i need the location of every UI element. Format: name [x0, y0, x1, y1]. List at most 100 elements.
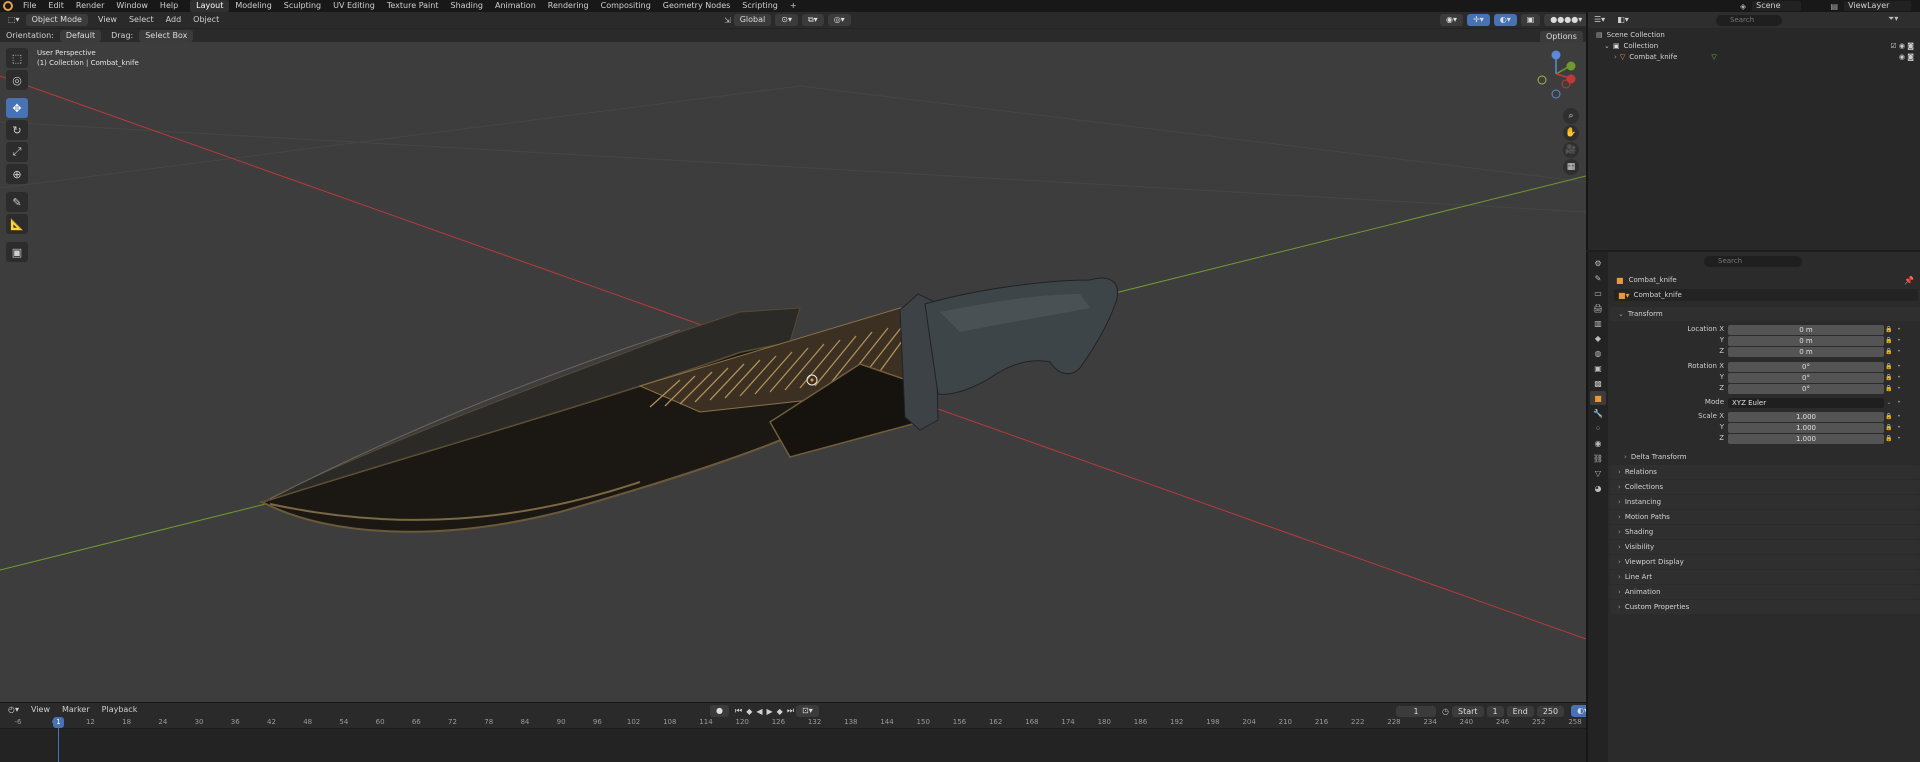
- view-layer-tab-icon[interactable]: ▥: [1590, 316, 1606, 330]
- scale-y-field[interactable]: 1.000: [1728, 422, 1884, 433]
- tree-scene-collection[interactable]: ▤ Scene Collection: [1596, 30, 1920, 41]
- tree-object-combat-knife[interactable]: › ▽ Combat_knife ▽ ◉ ◙: [1596, 52, 1920, 63]
- transform-orientation-dropdown[interactable]: Global: [733, 14, 772, 26]
- outliner-editor-icon[interactable]: ☰▾: [1588, 13, 1611, 27]
- transform-tool-icon[interactable]: ⊕: [6, 164, 28, 184]
- annotate-tool-icon[interactable]: ✎: [6, 192, 28, 212]
- 3d-viewport[interactable]: ⬚▾ Object Mode View Select Add Object ⇲ …: [0, 12, 1586, 702]
- menu-file[interactable]: File: [17, 0, 42, 12]
- collection-visibility-icons[interactable]: ☑ ◉ ◙: [1890, 41, 1914, 52]
- tab-animation[interactable]: Animation: [489, 0, 542, 12]
- tab-geometry-nodes[interactable]: Geometry Nodes: [657, 0, 736, 12]
- texture-tab-icon[interactable]: ▩: [1590, 376, 1606, 390]
- menu-render[interactable]: Render: [70, 0, 110, 12]
- scene-selector[interactable]: ◈ Scene ▤ ViewLayer: [1740, 0, 1912, 12]
- scale-x-field[interactable]: 1.000: [1728, 411, 1884, 422]
- lock-icon[interactable]: 🔒: [1884, 324, 1894, 335]
- shading-mode-icon[interactable]: ●●●●▾: [1544, 14, 1586, 26]
- lock-icon[interactable]: 🔒: [1884, 433, 1894, 444]
- lock-icon[interactable]: 🔒: [1884, 361, 1894, 372]
- jump-end-icon[interactable]: ⏭: [787, 706, 794, 716]
- location-x-field[interactable]: 0 m: [1728, 324, 1884, 335]
- jump-start-icon[interactable]: ⏮: [735, 706, 742, 716]
- delta-transform-subpanel[interactable]: › Delta Transform: [1616, 450, 1920, 464]
- properties-editor-icon[interactable]: ⚙: [1590, 256, 1606, 270]
- keyframe-dot-icon[interactable]: •: [1894, 324, 1904, 335]
- output-tab-icon[interactable]: 🖨: [1590, 301, 1606, 315]
- viewport-menu-object[interactable]: Object: [187, 13, 225, 27]
- xray-icon[interactable]: ▣: [1520, 14, 1541, 26]
- data-tab-icon[interactable]: ▽: [1590, 466, 1606, 480]
- viewport-menu-add[interactable]: Add: [160, 13, 188, 27]
- timeline-menu-playback[interactable]: Playback: [96, 703, 144, 717]
- visibility-icon[interactable]: ◉▾: [1440, 14, 1463, 26]
- lock-icon[interactable]: 🔒: [1884, 383, 1894, 394]
- pivot-point-icon[interactable]: ⊙▾: [775, 14, 798, 26]
- object-visibility-icons[interactable]: ◉ ◙: [1899, 52, 1914, 63]
- panel-animation[interactable]: › Animation: [1610, 585, 1920, 599]
- tab-texture-paint[interactable]: Texture Paint: [381, 0, 445, 12]
- timeline-editor-icon[interactable]: ◴▾: [0, 703, 25, 717]
- pin-icon[interactable]: 📌: [1904, 276, 1914, 285]
- next-keyframe-icon[interactable]: ◆: [777, 707, 783, 716]
- combat-knife-mesh[interactable]: [259, 277, 1118, 533]
- panel-collections[interactable]: › Collections: [1610, 480, 1920, 494]
- zoom-icon[interactable]: ⌕: [1563, 108, 1579, 124]
- start-frame-field[interactable]: 1: [1486, 705, 1504, 717]
- expand-collection-icon[interactable]: ⌄: [1604, 41, 1610, 52]
- menu-help[interactable]: Help: [154, 0, 184, 12]
- material-tab-icon[interactable]: ◕: [1590, 481, 1606, 495]
- tab-compositing[interactable]: Compositing: [595, 0, 657, 12]
- rotation-y-field[interactable]: 0°: [1728, 372, 1884, 383]
- add-cube-tool-icon[interactable]: ▣: [6, 242, 28, 262]
- mesh-data-icon[interactable]: ▽: [1711, 52, 1716, 63]
- panel-shading[interactable]: › Shading: [1610, 525, 1920, 539]
- collection-tab-icon[interactable]: ▣: [1590, 361, 1606, 375]
- snap-icon[interactable]: ⧉▾: [801, 14, 824, 26]
- rotation-x-field[interactable]: 0°: [1728, 361, 1884, 372]
- keyframe-dot-icon[interactable]: •: [1894, 422, 1904, 433]
- scale-z-field[interactable]: 1.000: [1728, 433, 1884, 444]
- tab-uv-editing[interactable]: UV Editing: [327, 0, 381, 12]
- prev-keyframe-icon[interactable]: ◆: [746, 707, 752, 716]
- end-frame-field[interactable]: 250: [1536, 705, 1565, 717]
- display-mode-icon[interactable]: ◧▾: [1611, 13, 1635, 27]
- rotate-tool-icon[interactable]: ↻: [6, 120, 28, 140]
- timeline-editor[interactable]: ◴▾ View Marker Playback ● ⏮ ◆ ◀ ▶ ◆ ⏭ ⊡▾…: [0, 702, 1595, 762]
- camera-view-icon[interactable]: 🎥: [1563, 142, 1579, 158]
- viewport-menu-select[interactable]: Select: [123, 13, 160, 27]
- lock-icon[interactable]: 🔒: [1884, 346, 1894, 357]
- properties-editor[interactable]: ⚙ ✎ ▭ 🖨 ▥ ◆ ◍ ▣ ▩ ■ 🔧 ⁘ ◉ ⛓ ▽ ◕ Search ■…: [1586, 252, 1920, 762]
- tab-layout[interactable]: Layout: [190, 0, 230, 12]
- expand-object-icon[interactable]: ›: [1614, 52, 1617, 63]
- scale-tool-icon[interactable]: ⤢: [6, 142, 28, 162]
- mode-selector[interactable]: Object Mode: [25, 14, 88, 26]
- editor-type-icon[interactable]: ⬚▾: [0, 13, 26, 27]
- view-layer-name[interactable]: ViewLayer: [1844, 1, 1912, 11]
- location-y-field[interactable]: 0 m: [1728, 335, 1884, 346]
- orientation-dropdown[interactable]: Default: [59, 29, 102, 42]
- tree-collection[interactable]: ⌄ ▣ Collection ☑ ◉ ◙: [1596, 41, 1920, 52]
- pan-hand-icon[interactable]: ✋: [1563, 125, 1579, 141]
- scene-tab-icon[interactable]: ◆: [1590, 331, 1606, 345]
- menu-edit[interactable]: Edit: [42, 0, 70, 12]
- panel-custom-properties[interactable]: › Custom Properties: [1610, 600, 1920, 614]
- panel-viewport-display[interactable]: › Viewport Display: [1610, 555, 1920, 569]
- tab-modeling[interactable]: Modeling: [229, 0, 277, 12]
- keyframe-dot-icon[interactable]: •: [1894, 383, 1904, 394]
- object-tab-icon[interactable]: ■: [1590, 391, 1606, 405]
- transform-orientation[interactable]: ⇲ Global ⊙▾ ⧉▾ ◎▾: [724, 14, 855, 26]
- filter-icon[interactable]: ⏷▾: [1888, 14, 1898, 24]
- drag-dropdown[interactable]: Select Box: [139, 29, 194, 42]
- ortho-grid-icon[interactable]: ▦: [1563, 159, 1579, 175]
- overlay-icon[interactable]: ◐▾: [1493, 14, 1517, 26]
- play-icon[interactable]: ▶: [767, 707, 773, 716]
- keyframe-dot-icon[interactable]: •: [1894, 335, 1904, 346]
- record-icon[interactable]: ●: [710, 705, 729, 717]
- timeline-menu-marker[interactable]: Marker: [56, 703, 96, 717]
- panel-instancing[interactable]: › Instancing: [1610, 495, 1920, 509]
- tab-scripting[interactable]: Scripting: [736, 0, 784, 12]
- add-workspace-button[interactable]: +: [784, 0, 803, 12]
- proportional-edit-icon[interactable]: ◎▾: [827, 14, 851, 26]
- keyframe-dot-icon[interactable]: •: [1894, 433, 1904, 444]
